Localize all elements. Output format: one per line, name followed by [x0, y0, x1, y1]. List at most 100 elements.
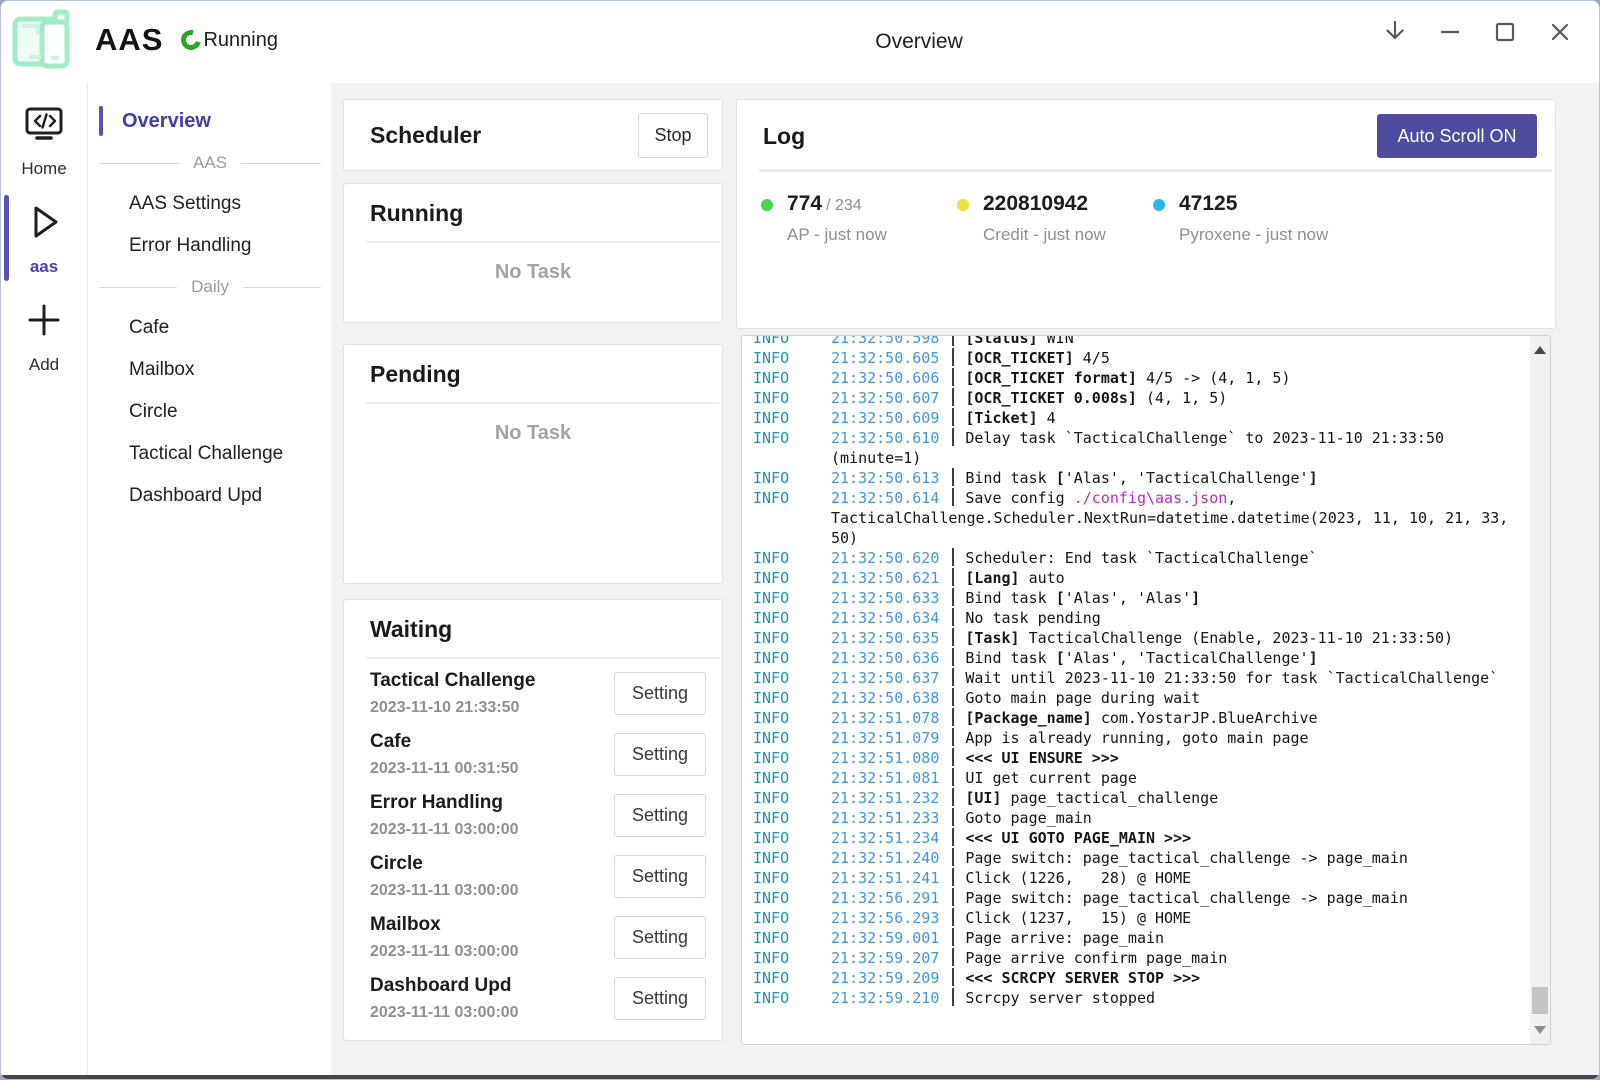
active-indicator-bar [4, 195, 9, 281]
stat-label: Credit - just now [983, 225, 1106, 245]
log-separator [952, 808, 954, 826]
log-message: 21:32:50.638Goto main page during wait [831, 688, 1530, 708]
log-line: INFO21:32:50.609[Ticket] 4 [753, 408, 1530, 428]
auto-scroll-button[interactable]: Auto Scroll ON [1377, 114, 1537, 158]
log-timestamp: 21:32:50.607 [831, 389, 939, 407]
log-message: 21:32:50.633Bind task ['Alas', 'Alas'] [831, 588, 1530, 608]
log-timestamp: 21:32:51.240 [831, 849, 939, 867]
pending-empty-text: No Task [344, 422, 722, 445]
running-title: Running [344, 200, 722, 227]
log-separator [952, 988, 954, 1006]
waiting-task-row: Error Handling2023-11-11 03:00:00Setting [370, 785, 706, 846]
log-line: INFO21:32:51.241Click (1226, 28) @ HOME [753, 868, 1530, 888]
log-timestamp: 21:32:56.293 [831, 909, 939, 927]
log-line: INFO21:32:50.633Bind task ['Alas', 'Alas… [753, 588, 1530, 608]
code-monitor-icon [21, 105, 67, 150]
minimize-icon[interactable] [1435, 17, 1465, 47]
status-text: Running [203, 29, 278, 52]
divider [366, 241, 719, 243]
log-level: INFO [753, 368, 831, 388]
download-icon[interactable] [1380, 17, 1410, 47]
log-message: 21:32:56.291Page switch: page_tactical_c… [831, 888, 1530, 908]
setting-button-cafe[interactable]: Setting [614, 733, 706, 776]
rail-item-add[interactable]: Add [1, 287, 87, 385]
section-line [99, 163, 179, 164]
log-scrollbar[interactable] [1530, 336, 1550, 1044]
log-message: 21:32:51.080<<< UI ENSURE >>> [831, 748, 1530, 768]
task-name: Mailbox [370, 914, 519, 936]
log-timestamp: 21:32:50.614 [831, 489, 939, 507]
log-line: INFO21:32:59.207Page arrive confirm page… [753, 948, 1530, 968]
log-separator [952, 688, 954, 706]
page-title: Overview [875, 1, 963, 83]
log-level: INFO [753, 808, 831, 828]
task-info: Tactical Challenge2023-11-10 21:33:50 [370, 670, 535, 717]
log-timestamp: 21:32:50.638 [831, 689, 939, 707]
log-message: 21:32:51.234<<< UI GOTO PAGE_MAIN >>> [831, 828, 1530, 848]
log-separator [952, 828, 954, 846]
log-timestamp: 21:32:50.613 [831, 469, 939, 487]
task-time: 2023-11-11 03:00:00 [370, 882, 519, 900]
rail-item-label: aas [30, 257, 58, 277]
sidebar-item-mailbox[interactable]: Mailbox [89, 349, 331, 391]
sidebar-item-circle[interactable]: Circle [89, 391, 331, 433]
stat-value-row: 47125 [1179, 192, 1328, 216]
waiting-task-row: Mailbox2023-11-11 03:00:00 Setting [370, 907, 706, 968]
scroll-up-icon[interactable] [1534, 346, 1546, 354]
stat-ap: 774/ 234AP - just now [761, 192, 957, 245]
task-info: Dashboard Upd2023-11-11 03:00:00 [370, 975, 519, 1022]
waiting-task-list: Tactical Challenge2023-11-10 21:33:50 Set… [344, 659, 722, 1029]
log-separator [952, 708, 954, 726]
log-message: 21:32:50.636Bind task ['Alas', 'Tactical… [831, 648, 1530, 668]
log-line: INFO21:32:50.620Scheduler: End task `Tac… [753, 548, 1530, 568]
sidebar-item-aas-settings[interactable]: AAS Settings [89, 183, 331, 225]
log-message: 21:32:50.607[OCR_TICKET 0.008s] (4, 1, 5… [831, 388, 1530, 408]
log-separator [952, 348, 954, 366]
log-level: INFO [753, 848, 831, 868]
task-info: Circle2023-11-11 03:00:00 [370, 853, 519, 900]
log-level: INFO [753, 928, 831, 948]
log-message: 21:32:50.614Save config ./config\aas.jso… [831, 488, 1530, 548]
setting-button-circle[interactable]: Setting [614, 855, 706, 898]
log-timestamp: 21:32:51.241 [831, 869, 939, 887]
log-line: INFO21:32:59.209<<< SCRCPY SERVER STOP >… [753, 968, 1530, 988]
close-icon[interactable] [1545, 17, 1575, 47]
sidebar-section-aas: AAS [89, 143, 331, 183]
log-timestamp: 21:32:59.209 [831, 969, 939, 987]
task-name: Error Handling [370, 792, 519, 814]
log-separator [952, 368, 954, 386]
sidebar-item-tactical-challenge[interactable]: Tactical Challenge [89, 433, 331, 475]
sidebar-item-dashboard-upd[interactable]: Dashboard Upd [89, 475, 331, 517]
log-level: INFO [753, 968, 831, 988]
log-stats: 774/ 234AP - just now220810942Credit - j… [737, 172, 1555, 245]
maximize-icon[interactable] [1490, 17, 1520, 47]
log-message: 21:32:56.293Click (1237, 15) @ HOME [831, 908, 1530, 928]
setting-button-tactical-challenge[interactable]: Setting [614, 672, 706, 715]
sidebar-item-cafe[interactable]: Cafe [89, 307, 331, 349]
log-separator [952, 408, 954, 426]
main-content: Scheduler Stop Running No Task Pending N… [331, 83, 1599, 1075]
rail-item-aas[interactable]: aas [1, 189, 87, 287]
setting-button-mailbox[interactable]: Setting [614, 916, 706, 959]
scroll-down-icon[interactable] [1534, 1026, 1546, 1034]
sidebar-item-overview[interactable]: Overview [89, 99, 331, 143]
log-separator [952, 928, 954, 946]
task-name: Tactical Challenge [370, 670, 535, 692]
log-separator [952, 468, 954, 486]
scrollbar-thumb[interactable] [1532, 987, 1548, 1014]
log-level: INFO [753, 335, 831, 348]
setting-button-error-handling[interactable]: Setting [614, 794, 706, 837]
log-timestamp: 21:32:51.234 [831, 829, 939, 847]
log-level: INFO [753, 868, 831, 888]
rail-item-home[interactable]: Home [1, 93, 87, 189]
log-separator [952, 948, 954, 966]
log-level: INFO [753, 668, 831, 688]
sidebar-item-error-handling[interactable]: Error Handling [89, 225, 331, 267]
log-separator [952, 488, 954, 506]
log-separator [952, 648, 954, 666]
log-timestamp: 21:32:50.598 [831, 335, 939, 347]
task-info: Mailbox2023-11-11 03:00:00 [370, 914, 519, 961]
log-separator [952, 888, 954, 906]
stop-button[interactable]: Stop [638, 113, 708, 158]
setting-button-dashboard-upd[interactable]: Setting [614, 977, 706, 1020]
